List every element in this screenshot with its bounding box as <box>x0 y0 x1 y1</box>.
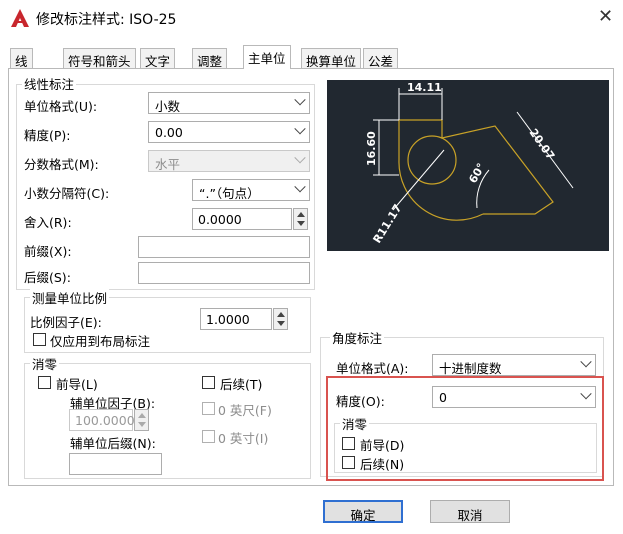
preview-panel: 14.11 16.60 20.07 60° R11.17 <box>327 80 609 251</box>
sub-unit-factor-spinner[interactable] <box>134 409 149 431</box>
prefix-input[interactable] <box>138 236 310 258</box>
prefix-label: 前缀(X): <box>24 244 72 259</box>
title-bar: 修改标注样式: ISO-25 ✕ <box>0 0 623 34</box>
ok-button[interactable]: 确定 <box>323 500 403 523</box>
round-off-input[interactable]: 0.0000 <box>192 208 292 230</box>
suffix-input[interactable] <box>138 262 310 284</box>
spin-down-icon[interactable] <box>138 422 146 427</box>
angular-leading-label: 前导(D) <box>360 438 405 453</box>
close-icon[interactable]: ✕ <box>598 6 613 27</box>
preview-circle <box>407 135 457 185</box>
dim-left-text: 16.60 <box>365 131 378 166</box>
sub-unit-factor-input[interactable]: 100.0000 <box>69 409 135 431</box>
scale-factor-input[interactable]: 1.0000 <box>200 308 272 330</box>
unit-format-value: 小数 <box>155 99 181 114</box>
chevron-down-icon <box>294 94 306 106</box>
spin-up-icon[interactable] <box>138 413 146 418</box>
scale-factor-spinner[interactable] <box>273 308 288 330</box>
tab-primary-units[interactable]: 主单位 <box>243 45 291 69</box>
dim-radius-line <box>392 149 445 211</box>
dim-diag-text: 20.07 <box>527 126 558 162</box>
spin-up-icon[interactable] <box>297 212 305 217</box>
sub-unit-suffix-label: 辅单位后缀(N): <box>70 436 156 451</box>
inches-checkbox[interactable] <box>202 430 215 443</box>
chevron-down-icon <box>294 152 306 164</box>
angular-unit-format-label: 单位格式(A): <box>336 361 409 376</box>
linear-group-title: 线性标注 <box>22 74 77 93</box>
chevron-down-icon <box>294 181 306 193</box>
cancel-button[interactable]: 取消 <box>430 500 510 523</box>
spin-down-icon[interactable] <box>297 221 305 226</box>
angular-zero-suppression-title: 消零 <box>340 414 370 433</box>
sub-unit-suffix-input[interactable] <box>69 453 162 475</box>
angular-precision-label: 精度(O): <box>336 394 385 409</box>
leading-checkbox[interactable] <box>38 376 51 389</box>
dim-radius-text: R11.17 <box>371 202 405 246</box>
precision-select[interactable]: 0.00 <box>148 121 310 143</box>
angular-precision-value: 0 <box>439 390 447 405</box>
chevron-down-icon <box>294 123 306 135</box>
chevron-down-icon <box>580 388 592 400</box>
unit-format-label: 单位格式(U): <box>24 99 98 114</box>
spin-down-icon[interactable] <box>277 321 285 326</box>
tab-symbols-arrows[interactable]: 符号和箭头 <box>63 48 136 69</box>
chevron-down-icon <box>580 356 592 368</box>
angular-unit-format-select[interactable]: 十进制度数 <box>432 354 596 376</box>
round-off-label: 舍入(R): <box>24 215 72 230</box>
window-title: 修改标注样式: ISO-25 <box>36 12 177 28</box>
leading-label: 前导(L) <box>56 377 98 392</box>
zero-suppression-title: 消零 <box>30 354 60 373</box>
angular-unit-format-value: 十进制度数 <box>439 361 502 376</box>
scale-factor-label: 比例因子(E): <box>30 315 102 330</box>
dim-angle-text: 60° <box>466 161 488 186</box>
tab-tolerances[interactable]: 公差 <box>363 48 399 69</box>
angular-group-title: 角度标注 <box>330 328 385 347</box>
measurement-scale-title: 测量单位比例 <box>30 288 110 307</box>
dimension-preview-drawing: 14.11 16.60 20.07 60° R11.17 <box>365 81 574 246</box>
fraction-format-select[interactable]: 水平 <box>148 150 310 172</box>
angular-trailing-checkbox[interactable] <box>342 456 355 469</box>
fraction-format-value: 水平 <box>155 157 181 172</box>
precision-label: 精度(P): <box>24 128 71 143</box>
decimal-separator-select[interactable]: “.”（句点） <box>192 179 310 201</box>
decimal-separator-value: “.”（句点） <box>199 186 260 201</box>
trailing-label: 后续(T) <box>220 377 263 392</box>
tab-alternate-units[interactable]: 换算单位 <box>301 48 362 69</box>
precision-value: 0.00 <box>155 125 183 140</box>
round-off-spinner[interactable] <box>293 208 308 230</box>
inches-label: 0 英寸(I) <box>218 431 269 446</box>
autocad-logo-icon <box>11 9 29 27</box>
angular-leading-checkbox[interactable] <box>342 437 355 450</box>
layout-only-label: 仅应用到布局标注 <box>50 334 151 349</box>
tab-fit[interactable]: 调整 <box>192 48 228 69</box>
tab-lines[interactable]: 线 <box>10 48 33 69</box>
unit-format-select[interactable]: 小数 <box>148 92 310 114</box>
angular-trailing-label: 后续(N) <box>360 457 405 472</box>
tab-text[interactable]: 文字 <box>140 48 176 69</box>
angular-precision-select[interactable]: 0 <box>432 386 596 408</box>
spin-up-icon[interactable] <box>277 312 285 317</box>
dim-top-text: 14.11 <box>407 81 442 94</box>
fraction-format-label: 分数格式(M): <box>24 157 99 172</box>
feet-label: 0 英尺(F) <box>218 403 272 418</box>
trailing-checkbox[interactable] <box>202 376 215 389</box>
decimal-separator-label: 小数分隔符(C): <box>24 186 110 201</box>
feet-checkbox[interactable] <box>202 402 215 415</box>
suffix-label: 后缀(S): <box>24 270 71 285</box>
layout-only-checkbox[interactable] <box>33 333 46 346</box>
